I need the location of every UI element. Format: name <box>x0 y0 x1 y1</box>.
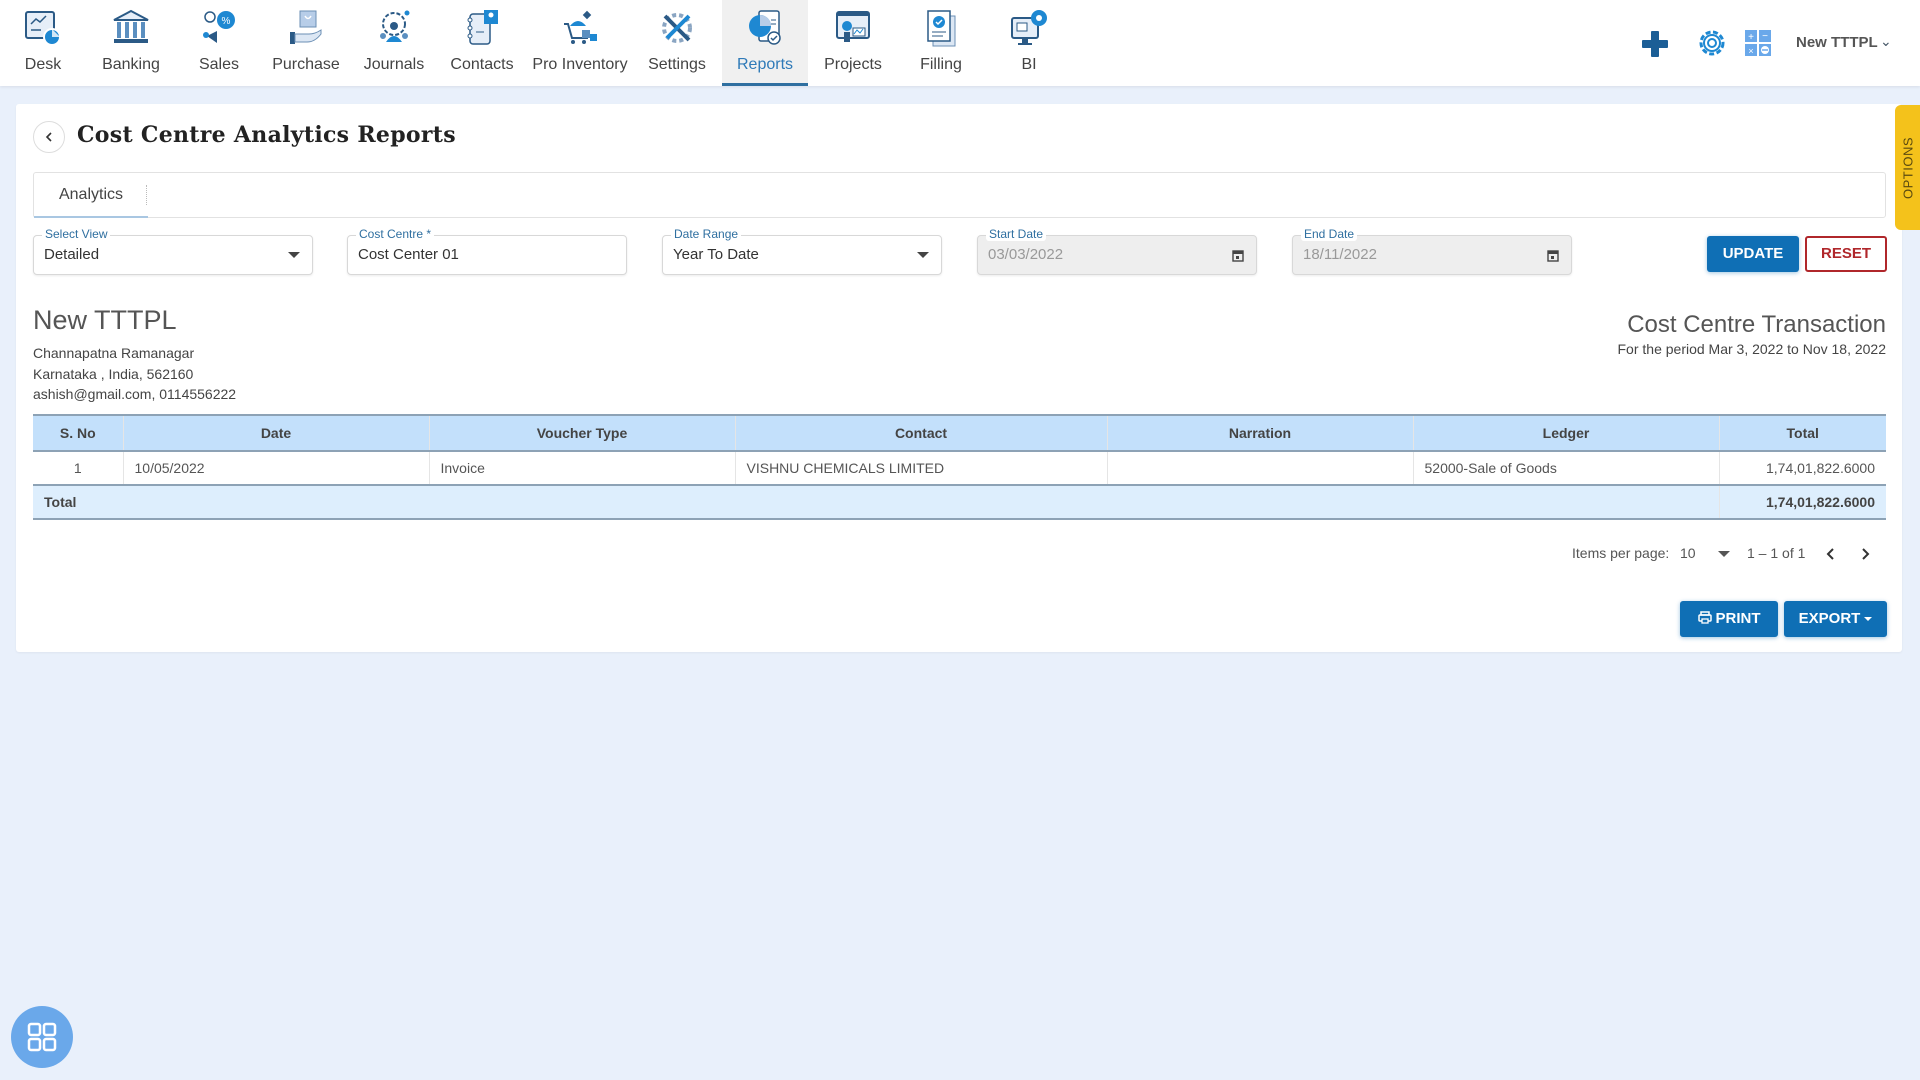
column-header-narration[interactable]: Narration <box>1107 414 1414 452</box>
update-button[interactable]: UPDATE <box>1707 236 1799 272</box>
report-title: Cost Centre Transaction <box>1627 311 1886 338</box>
company-address-line2: Karnataka , India, 562160 <box>33 366 194 382</box>
company-address-line1: Channapatna Ramanagar <box>33 345 195 361</box>
calendar-icon[interactable] <box>1232 249 1244 262</box>
select-view-value: Detailed <box>44 246 100 263</box>
date-range-dropdown[interactable]: Date Range Year To Date <box>662 227 942 275</box>
svg-text:−: − <box>1762 31 1768 42</box>
top-nav: Desk Banking % Sales Purchase Journals C… <box>0 0 1920 86</box>
items-per-page-select[interactable]: 10 <box>1680 545 1736 565</box>
options-tab[interactable]: OPTIONS <box>1895 105 1920 230</box>
purchase-icon <box>290 10 322 44</box>
column-header-total[interactable]: Total <box>1719 414 1886 452</box>
print-button[interactable]: PRINT <box>1680 601 1778 637</box>
start-date-field[interactable]: Start Date 03/03/2022 <box>977 227 1257 275</box>
sales-icon: % <box>203 11 235 43</box>
cell-total: 1,74,01,822.6000 <box>1766 460 1875 476</box>
print-label: PRINT <box>1715 610 1761 627</box>
cell-voucher-type: Invoice <box>429 451 736 485</box>
column-header-ledger[interactable]: Ledger <box>1413 414 1720 452</box>
tab-analytics[interactable]: Analytics <box>34 173 148 218</box>
journals-icon <box>380 10 410 42</box>
settings-icon <box>662 13 692 43</box>
chevron-down-icon[interactable]: ⌄ <box>1880 33 1892 50</box>
options-label: OPTIONS <box>1900 136 1915 199</box>
dropdown-caret-icon <box>1718 551 1730 557</box>
svg-text:+: + <box>1748 32 1754 43</box>
cell-sno: 1 <box>33 451 124 485</box>
page-title: Cost Centre Analytics Reports <box>77 122 456 148</box>
date-range-label: Date Range <box>671 227 742 241</box>
dropdown-caret-icon <box>288 252 300 258</box>
column-header-voucher-type[interactable]: Voucher Type <box>429 414 736 452</box>
date-range-value: Year To Date <box>673 246 759 263</box>
cost-centre-label: Cost Centre * <box>356 227 435 241</box>
select-view-dropdown[interactable]: Select View Detailed <box>33 227 313 275</box>
calendar-icon[interactable] <box>1547 249 1559 262</box>
cell-narration <box>1107 451 1414 485</box>
calculator-icon[interactable]: + −× <box>1743 22 1773 64</box>
column-header-date[interactable]: Date <box>123 414 430 452</box>
cell-contact: VISHNU CHEMICALS LIMITED <box>735 451 1108 485</box>
select-view-label: Select View <box>42 227 111 241</box>
end-date-label: End Date <box>1301 227 1358 241</box>
caret-down-icon <box>1864 617 1873 621</box>
start-date-value: 03/03/2022 <box>988 246 1064 263</box>
start-date-label: Start Date <box>986 227 1047 241</box>
total-value: 1,74,01,822.6000 <box>1718 484 1886 520</box>
cost-centre-value: Cost Center 01 <box>358 246 459 263</box>
plus-icon[interactable] <box>1640 22 1670 64</box>
nav-label: BI <box>1021 56 1037 73</box>
contacts-icon <box>467 10 498 45</box>
reset-button[interactable]: RESET <box>1805 236 1887 272</box>
grid-icon <box>27 1022 57 1052</box>
column-header-contact[interactable]: Contact <box>735 414 1108 452</box>
printer-icon <box>1697 611 1712 624</box>
tab-divider <box>146 185 147 205</box>
transactions-table: S. No Date Voucher Type Contact Narratio… <box>33 414 1886 520</box>
cell-ledger: 52000-Sale of Goods <box>1413 451 1720 485</box>
nav-item-contacts[interactable]: Contacts <box>439 0 525 86</box>
apps-menu-button[interactable] <box>11 1006 73 1068</box>
report-period: For the period Mar 3, 2022 to Nov 18, 20… <box>1617 341 1887 357</box>
desk-icon <box>25 11 61 46</box>
items-per-page-label: Items per page: <box>1572 545 1670 561</box>
gear-icon[interactable] <box>1695 22 1729 64</box>
items-per-page-value: 10 <box>1680 545 1696 561</box>
dropdown-caret-icon <box>917 252 929 258</box>
back-button[interactable] <box>33 121 65 153</box>
nav-item-bi[interactable]: BI <box>986 0 1072 86</box>
company-switcher[interactable]: New TTTPL <box>1796 34 1878 51</box>
filling-icon <box>927 10 956 47</box>
column-header-sno[interactable]: S. No <box>33 414 124 452</box>
tab-bar: Analytics <box>33 172 1886 218</box>
table-header-row: S. No Date Voucher Type Contact Narratio… <box>33 414 1886 452</box>
table-total-row: Total 1,74,01,822.6000 <box>33 484 1886 520</box>
export-label: EXPORT <box>1798 610 1861 627</box>
bank-icon <box>113 9 149 43</box>
next-page-icon[interactable] <box>1858 545 1872 563</box>
previous-page-icon[interactable] <box>1824 545 1838 563</box>
company-name: New TTTPL <box>33 305 177 335</box>
cost-centre-field[interactable]: Cost Centre * Cost Center 01 <box>347 227 627 275</box>
table-row[interactable]: 1 10/05/2022 Invoice VISHNU CHEMICALS LI… <box>33 451 1886 485</box>
page-range: 1 – 1 of 1 <box>1747 545 1806 561</box>
nav-item-pro-inventory[interactable]: Pro Inventory <box>532 0 628 86</box>
end-date-value: 18/11/2022 <box>1303 246 1377 263</box>
svg-text:×: × <box>1748 46 1753 56</box>
total-label: Total <box>33 484 1719 520</box>
chevron-left-icon <box>45 132 52 142</box>
cell-date: 10/05/2022 <box>123 451 430 485</box>
export-button[interactable]: EXPORT <box>1784 601 1887 637</box>
end-date-field[interactable]: End Date 18/11/2022 <box>1292 227 1572 275</box>
reports-icon <box>749 10 781 45</box>
bi-icon <box>1011 10 1047 45</box>
inventory-icon <box>564 10 597 44</box>
company-contact: ashish@gmail.com, 0114556222 <box>33 386 237 402</box>
projects-icon <box>836 11 870 42</box>
svg-text:%: % <box>222 16 231 27</box>
